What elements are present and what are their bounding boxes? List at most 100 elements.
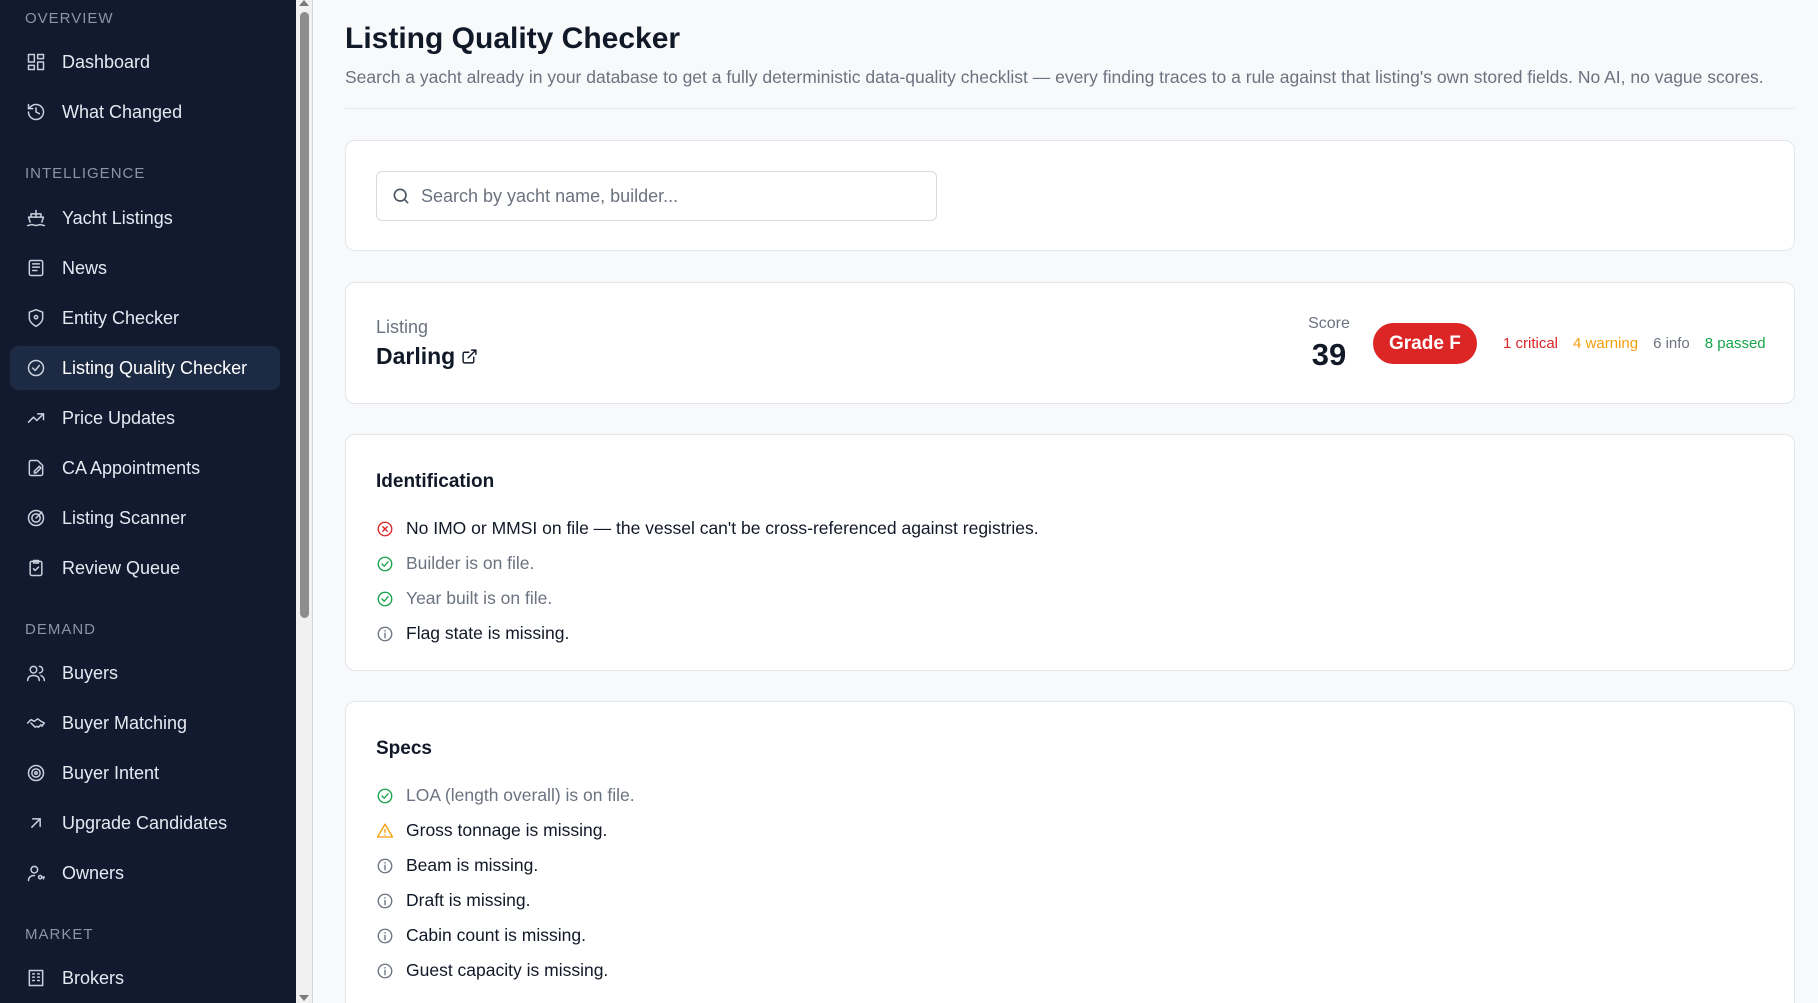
page-title: Listing Quality Checker — [345, 22, 681, 55]
history-icon — [25, 101, 47, 123]
sidebar-item-news[interactable]: News — [10, 246, 280, 290]
sidebar-item-upgrade-candidates[interactable]: Upgrade Candidates — [10, 801, 280, 845]
scroll-up-icon[interactable] — [299, 0, 309, 6]
section-title: Identification — [376, 471, 495, 492]
file-edit-icon — [25, 457, 47, 479]
sidebar-item-label: CA Appointments — [62, 457, 201, 478]
info-icon — [376, 625, 394, 643]
target-icon — [25, 762, 47, 784]
sidebar-item-label: What Changed — [62, 101, 183, 122]
scroll-down-icon[interactable] — [299, 995, 309, 1001]
finding-text: No IMO or MMSI on file — the vessel can'… — [406, 518, 1039, 538]
identification-card: Identification No IMO or MMSI on file — … — [345, 434, 1795, 671]
listing-name-link[interactable]: Darling — [376, 343, 478, 370]
scroll-thumb[interactable] — [300, 12, 309, 618]
sidebar-item-label: Buyers — [62, 662, 119, 683]
score-value: 39 — [1311, 337, 1347, 372]
sidebar-item-label: Listing Quality Checker — [62, 357, 248, 378]
sidebar-item-yacht-listings[interactable]: Yacht Listings — [10, 196, 280, 240]
sidebar-item-label: Buyer Matching — [62, 712, 188, 733]
external-link-icon — [461, 348, 478, 365]
building-icon — [25, 967, 47, 989]
sidebar-item-buyer-matching[interactable]: Buyer Matching — [10, 701, 280, 745]
listing-label: Listing — [376, 317, 429, 337]
sidebar-section-intelligence: INTELLIGENCE — [25, 165, 146, 182]
finding-text: Year built is on file. — [406, 588, 553, 608]
finding-text: LOA (length overall) is on file. — [406, 785, 635, 805]
arrow-up-right-icon — [25, 812, 47, 834]
x-circle-icon — [376, 520, 394, 538]
info-count: 6 info — [1653, 335, 1690, 352]
header-divider — [345, 108, 1795, 109]
sidebar-item-buyer-intent[interactable]: Buyer Intent — [10, 751, 280, 795]
listing-summary-card: Listing Darling Score 39 Grade F 1 criti… — [345, 282, 1795, 404]
score-label: Score — [1308, 315, 1350, 332]
sidebar-item-listing-scanner[interactable]: Listing Scanner — [10, 496, 280, 540]
main-content: Listing Quality Checker Search a yacht a… — [313, 0, 1818, 1003]
check-circle-icon — [25, 357, 47, 379]
info-icon — [376, 962, 394, 980]
search-card — [345, 140, 1795, 251]
finding-text: Beam is missing. — [406, 855, 539, 875]
finding-text: Gross tonnage is missing. — [406, 820, 608, 840]
sidebar-item-label: Buyer Intent — [62, 762, 160, 783]
sidebar-section-market: MARKET — [25, 926, 94, 943]
sidebar-item-brokers[interactable]: Brokers — [10, 956, 280, 1000]
sidebar-item-label: Listing Scanner — [62, 507, 187, 528]
user-key-icon — [25, 862, 47, 884]
dashboard-icon — [25, 51, 47, 73]
sidebar-item-what-changed[interactable]: What Changed — [10, 90, 280, 134]
sidebar-item-label: Yacht Listings — [62, 207, 173, 228]
ship-icon — [25, 207, 47, 229]
page-subtitle: Search a yacht already in your database … — [345, 67, 1764, 87]
grade-badge: Grade F — [1373, 323, 1477, 364]
finding-text: Cabin count is missing. — [406, 925, 586, 945]
search-field[interactable] — [376, 171, 937, 221]
sidebar-item-review-queue[interactable]: Review Queue — [10, 546, 280, 590]
sidebar-item-listing-quality-checker[interactable]: Listing Quality Checker — [10, 346, 280, 390]
sidebar-item-label: Brokers — [62, 967, 125, 988]
users-icon — [25, 662, 47, 684]
listing-name: Darling — [376, 343, 456, 369]
sidebar-item-entity-checker[interactable]: Entity Checker — [10, 296, 280, 340]
info-icon — [376, 892, 394, 910]
sidebar-item-owners[interactable]: Owners — [10, 851, 280, 895]
handshake-icon — [25, 712, 47, 734]
newspaper-icon — [25, 257, 47, 279]
trending-up-icon — [25, 407, 47, 429]
sidebar-item-dashboard[interactable]: Dashboard — [10, 40, 280, 84]
search-icon — [391, 186, 411, 206]
info-icon — [376, 927, 394, 945]
sidebar-item-label: Entity Checker — [62, 307, 180, 328]
sidebar-item-label: Review Queue — [62, 557, 181, 578]
finding-text: Draft is missing. — [406, 890, 531, 910]
sidebar-item-buyers[interactable]: Buyers — [10, 651, 280, 695]
sidebar-item-label: Dashboard — [62, 51, 151, 72]
info-icon — [376, 857, 394, 875]
finding-item: Guest capacity is missing. — [376, 953, 635, 988]
finding-text: Builder is on file. — [406, 553, 535, 573]
check-circle-icon — [376, 590, 394, 608]
finding-item: Flag state is missing. — [376, 616, 1039, 651]
findings-list: No IMO or MMSI on file — the vessel can'… — [376, 511, 1039, 651]
sidebar-item-label: Upgrade Candidates — [62, 812, 228, 833]
sidebar-item-label: Owners — [62, 862, 125, 883]
search-input[interactable] — [421, 185, 921, 207]
findings-list: LOA (length overall) is on file. Gross t… — [376, 778, 635, 988]
passed-count: 8 passed — [1704, 335, 1766, 352]
specs-card: Specs LOA (length overall) is on file. G… — [345, 701, 1795, 1003]
sidebar-item-label: Price Updates — [62, 407, 176, 428]
finding-item: Draft is missing. — [376, 883, 635, 918]
warning-triangle-icon — [376, 822, 394, 840]
sidebar: OVERVIEW Dashboard What Changed INTELLIG… — [0, 0, 296, 1003]
sidebar-section-overview: OVERVIEW — [25, 10, 114, 27]
check-circle-icon — [376, 787, 394, 805]
finding-item: LOA (length overall) is on file. — [376, 778, 635, 813]
sidebar-item-ca-appointments[interactable]: CA Appointments — [10, 446, 280, 490]
finding-text: Flag state is missing. — [406, 623, 570, 643]
sidebar-scrollbar[interactable] — [296, 0, 313, 1003]
finding-item: Beam is missing. — [376, 848, 635, 883]
critical-count: 1 critical — [1503, 335, 1559, 352]
shield-icon — [25, 307, 47, 329]
sidebar-item-price-updates[interactable]: Price Updates — [10, 396, 280, 440]
